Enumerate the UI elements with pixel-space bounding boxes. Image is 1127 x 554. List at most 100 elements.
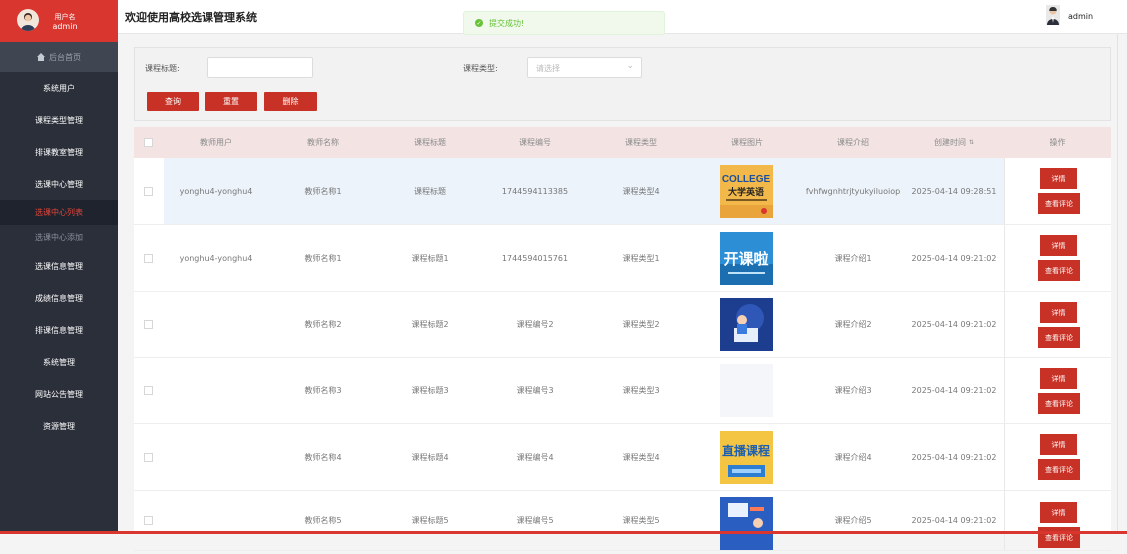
detail-button[interactable]: 详情 [1040, 168, 1077, 189]
row-checkbox[interactable] [144, 516, 153, 525]
select-all-checkbox[interactable] [144, 138, 153, 147]
cell-created-time: 2025-04-14 09:21:02 [911, 386, 997, 395]
sidebar-role: 用户名 [54, 13, 76, 21]
cell-course-intro: fvhfwgnhtrjtyukyiluoiop [805, 186, 901, 196]
cell-course-intro: 课程介绍2 [834, 320, 872, 329]
cell-created-time: 2025-04-14 09:21:02 [911, 320, 997, 329]
cell-teacher-name: 教师名称3 [304, 386, 342, 395]
view-comments-button[interactable]: 查看评论 [1038, 193, 1080, 214]
type-placeholder: 请选择 [536, 64, 560, 73]
type-select[interactable]: 请选择 ⌄ [527, 57, 642, 78]
table-row[interactable]: yonghu4-yonghu4 教师名称1 课程标题1 1744594015761 课程… [134, 225, 1111, 292]
detail-button[interactable]: 详情 [1040, 502, 1077, 523]
chevron-down-icon: ⌄ [626, 61, 634, 71]
table-row[interactable]: 教师名称2 课程标题2 课程编号2 课程类型2 课程介绍2 2025-04-14 09:2… [134, 292, 1111, 358]
sidebar-header: 用户名 admin [0, 0, 118, 42]
english-cover-line1: COLLEGE [722, 174, 771, 185]
sidebar-subitem-course-list[interactable]: 选课中心列表 [0, 200, 118, 225]
sidebar-item-system[interactable]: 系统管理 [0, 346, 118, 378]
col-created-time-label: 创建时间 [933, 138, 966, 147]
course-cover-text: 开课啦 [723, 250, 768, 268]
sidebar-item-course-types[interactable]: 课程类型管理 [0, 104, 118, 136]
row-checkbox[interactable] [144, 452, 153, 462]
cell-course-intro: 课程介绍5 [834, 516, 872, 525]
cell-course-code: 课程编号3 [516, 386, 554, 395]
page-title: 欢迎使用高校选课管理系统 [125, 11, 257, 24]
cell-created-time: 2025-04-14 09:21:02 [911, 253, 997, 263]
cell-teacher-name: 教师名称2 [304, 320, 342, 329]
actions-cell: 详情 查看评论 [1004, 358, 1111, 423]
cell-teacher-user [164, 358, 268, 423]
user-avatar[interactable] [1046, 5, 1060, 25]
table-header: 教师用户 教师名称 课程标题 课程编号 课程类型 课程图片 课程介绍 创建时间 ⇅… [134, 127, 1111, 158]
row-checkbox[interactable] [144, 253, 153, 263]
sidebar-item-resources[interactable]: 资源管理 [0, 410, 118, 442]
sidebar-item-schedule[interactable]: 排课信息管理 [0, 314, 118, 346]
delete-button[interactable]: 删除 [264, 92, 317, 111]
cell-course-intro: 课程介绍1 [834, 253, 872, 263]
row-checkbox[interactable] [144, 186, 153, 196]
col-course-image: 课程图片 [731, 138, 763, 147]
cell-course-type: 课程类型4 [622, 452, 660, 462]
title-input[interactable] [207, 57, 313, 78]
toast-message: 提交成功! [489, 18, 525, 28]
col-course-type: 课程类型 [625, 138, 657, 147]
detail-button[interactable]: 详情 [1040, 302, 1077, 323]
col-teacher-name: 教师名称 [307, 138, 339, 147]
row-checkbox[interactable] [144, 386, 153, 395]
col-created-time[interactable]: 创建时间 ⇅ [906, 127, 1002, 158]
cell-teacher-name: 教师名称4 [304, 452, 342, 462]
sidebar-item-home[interactable]: 后台首页 [0, 42, 118, 72]
sidebar-item-enrollment[interactable]: 选课信息管理 [0, 250, 118, 282]
detail-button[interactable]: 详情 [1040, 235, 1077, 256]
scrollbar-track[interactable] [1117, 34, 1118, 534]
cell-course-intro: 课程介绍4 [834, 452, 872, 462]
sidebar-item-grades[interactable]: 成绩信息管理 [0, 282, 118, 314]
detail-button[interactable]: 详情 [1040, 434, 1077, 455]
row-checkbox[interactable] [144, 320, 153, 329]
cell-course-title: 课程标题5 [411, 516, 449, 525]
header-username[interactable]: admin [1068, 12, 1093, 21]
cell-teacher-user [164, 424, 268, 490]
cell-course-type: 课程类型1 [622, 253, 660, 263]
detail-button[interactable]: 详情 [1040, 368, 1077, 389]
view-comments-button[interactable]: 查看评论 [1038, 459, 1080, 480]
sidebar: 用户名 admin 后台首页 系统用户 课程类型管理 排课教室管理 选课中心管理… [0, 0, 118, 534]
cell-teacher-user [164, 491, 268, 550]
table-row[interactable]: 教师名称4 课程标题4 课程编号4 课程类型4 课程介绍4 2025-04-14 09:2… [134, 424, 1111, 491]
sidebar-item-notices[interactable]: 网站公告管理 [0, 378, 118, 410]
english-cover-line2: 大学英语 [728, 186, 764, 198]
table-row[interactable]: 教师名称3 课程标题3 课程编号3 课程类型3 课程介绍3 2025-04-14 09:2… [134, 358, 1111, 424]
course-image[interactable] [720, 497, 773, 550]
table-row[interactable]: 教师名称5 课程标题5 课程编号5 课程类型5 课程介绍5 2025-04-14 09:2… [134, 491, 1111, 551]
check-icon: ✓ [475, 19, 483, 27]
course-image[interactable] [720, 298, 773, 351]
cell-teacher-name: 教师名称1 [304, 186, 342, 196]
cell-teacher-name: 教师名称5 [304, 516, 342, 525]
sort-icon: ⇅ [968, 139, 975, 146]
sidebar-item-course-center[interactable]: 选课中心管理 [0, 168, 118, 200]
view-comments-button[interactable]: 查看评论 [1038, 260, 1080, 281]
cell-course-type: 课程类型5 [622, 516, 660, 525]
reset-button[interactable]: 重置 [205, 92, 257, 111]
cell-course-type: 课程类型3 [622, 386, 660, 395]
query-button[interactable]: 查询 [147, 92, 199, 111]
table-row[interactable]: yonghu4-yonghu4 教师名称1 课程标题 1744594113385 课程类… [134, 158, 1111, 225]
cell-created-time: 2025-04-14 09:21:02 [911, 516, 997, 525]
sidebar-username: admin [52, 22, 78, 31]
course-image[interactable] [720, 364, 773, 417]
sidebar-subitem-course-add[interactable]: 选课中心添加 [0, 225, 118, 250]
cell-course-type: 课程类型4 [622, 186, 660, 196]
cell-created-time: 2025-04-14 09:28:51 [911, 186, 997, 196]
sidebar-item-users[interactable]: 系统用户 [0, 72, 118, 104]
course-image[interactable]: 开课啦 [720, 231, 773, 285]
sidebar-item-classrooms[interactable]: 排课教室管理 [0, 136, 118, 168]
course-image[interactable]: 直播课程 [720, 430, 773, 484]
view-comments-button[interactable]: 查看评论 [1038, 327, 1080, 348]
cell-course-title: 课程标题1 [411, 253, 449, 263]
actions-cell: 详情 查看评论 [1004, 225, 1111, 291]
view-comments-button[interactable]: 查看评论 [1038, 393, 1080, 414]
cell-teacher-user [164, 292, 268, 357]
course-image[interactable]: COLLEGE 大学英语 [720, 164, 773, 218]
avatar [17, 9, 39, 31]
